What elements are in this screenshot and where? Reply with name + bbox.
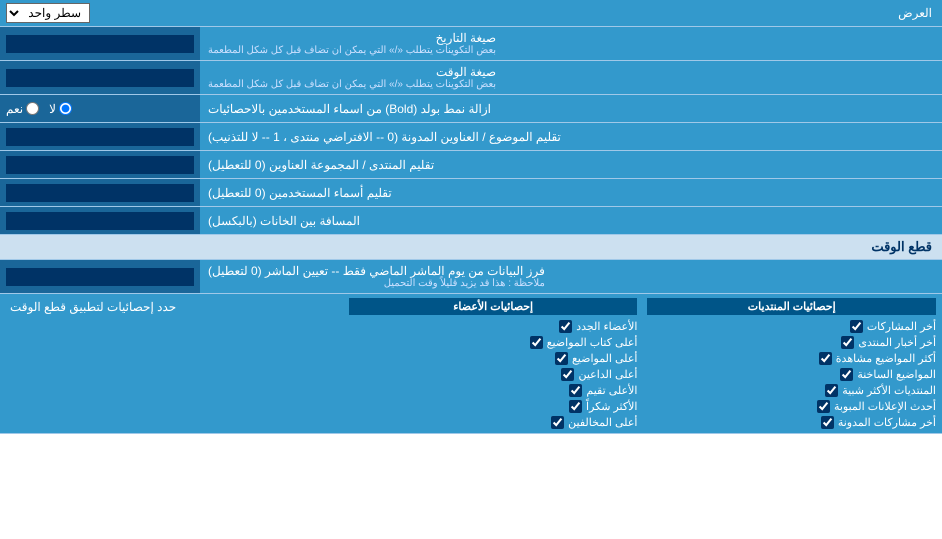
gap-row: 2 المسافة بين الخانات (بالبكسل) (0, 207, 942, 235)
check-input-m5[interactable] (569, 384, 582, 397)
check-label-6: أحدث الإعلانات المبوبة (834, 400, 936, 413)
display-label: العرض (200, 2, 942, 24)
check-item-m2[interactable]: أعلى كتاب المواضيع (349, 336, 638, 349)
check-label-m4: أعلى الداعين (578, 368, 637, 381)
check-label-5: المنتديات الأكثر شبية (842, 384, 936, 397)
display-select-cell[interactable]: سطر واحد سطرين ثلاثة أسطر (0, 0, 200, 26)
check-label-m3: أعلى المواضيع (572, 352, 638, 365)
check-item-m1[interactable]: الأعضاء الجدد (349, 320, 638, 333)
bold-yes-radio[interactable] (26, 102, 39, 115)
cutoff-main-label: فرز البيانات من يوم الماشر الماضي فقط --… (208, 264, 545, 278)
check-item-6[interactable]: أحدث الإعلانات المبوبة (647, 400, 936, 413)
member-stats-header: إحصائيات الأعضاء (349, 298, 638, 315)
trim-users-row: 0 تقليم أسماء المستخدمين (0 للتعطيل) (0, 179, 942, 207)
check-label-m1: الأعضاء الجدد (576, 320, 637, 333)
trim-users-label: تقليم أسماء المستخدمين (0 للتعطيل) (200, 179, 942, 206)
check-item-4[interactable]: المواضيع الساخنة (647, 368, 936, 381)
check-label-7: أخر مشاركات المدونة (838, 416, 936, 429)
check-input-m1[interactable] (559, 320, 572, 333)
check-item-5[interactable]: المنتديات الأكثر شبية (647, 384, 936, 397)
check-item-m6[interactable]: الأكثر شكراً (349, 400, 638, 413)
check-item-1[interactable]: أخر المشاركات (647, 320, 936, 333)
time-format-sublabel: بعض التكوينات يتطلب «/» التي يمكن ان تضا… (208, 79, 496, 90)
check-item-3[interactable]: أكثر المواضيع مشاهدة (647, 352, 936, 365)
gap-input[interactable]: 2 (6, 212, 194, 230)
forum-align-input-cell[interactable]: 33 (0, 151, 200, 178)
check-input-m3[interactable] (555, 352, 568, 365)
bold-label-cell: ازالة نمط بولد (Bold) من اسماء المستخدمي… (200, 95, 942, 122)
date-format-input[interactable]: d-m (6, 35, 194, 53)
check-input-2[interactable] (841, 336, 854, 349)
stats-apply-label: حدد إحصائيات لتطبيق قطع الوقت (0, 294, 343, 433)
check-item-2[interactable]: أخر أخبار المنتدى (647, 336, 936, 349)
check-input-m4[interactable] (561, 368, 574, 381)
check-label-3: أكثر المواضيع مشاهدة (836, 352, 936, 365)
bold-radio-cell[interactable]: لا نعم (0, 95, 200, 122)
check-input-m6[interactable] (569, 400, 582, 413)
date-format-label-cell: صيغة التاريخ بعض التكوينات يتطلب «/» الت… (200, 27, 942, 60)
bold-yes-label[interactable]: نعم (6, 102, 39, 116)
date-format-sublabel: بعض التكوينات يتطلب «/» التي يمكن ان تضا… (208, 45, 496, 56)
cutoff-label-cell: فرز البيانات من يوم الماشر الماضي فقط --… (200, 260, 942, 293)
date-format-row: d-m صيغة التاريخ بعض التكوينات يتطلب «/»… (0, 27, 942, 61)
time-format-label-cell: صيغة الوقت بعض التكوينات يتطلب «/» التي … (200, 61, 942, 94)
check-item-m7[interactable]: أعلى المخالفين (349, 416, 638, 429)
bold-row: لا نعم ازالة نمط بولد (Bold) من اسماء ال… (0, 95, 942, 123)
check-input-m7[interactable] (551, 416, 564, 429)
time-format-input-cell[interactable]: H:i (0, 61, 200, 94)
cutoff-header: قطع الوقت (0, 235, 942, 260)
check-label-m6: الأكثر شكراً (586, 400, 637, 413)
check-label-1: أخر المشاركات (867, 320, 936, 333)
check-input-3[interactable] (819, 352, 832, 365)
gap-label: المسافة بين الخانات (بالبكسل) (200, 207, 942, 234)
cutoff-sublabel: ملاحظة : هذا قد يزيد قليلاً وقت التحميل (208, 278, 545, 289)
time-format-row: H:i صيغة الوقت بعض التكوينات يتطلب «/» ا… (0, 61, 942, 95)
topic-title-input-cell[interactable]: 33 (0, 123, 200, 150)
check-label-m7: أعلى المخالفين (568, 416, 637, 429)
check-input-1[interactable] (850, 320, 863, 333)
stats-apply-row: حدد إحصائيات لتطبيق قطع الوقت إحصائيات ا… (0, 294, 942, 434)
check-input-6[interactable] (817, 400, 830, 413)
check-item-m3[interactable]: أعلى المواضيع (349, 352, 638, 365)
forum-stats-col: إحصائيات المنتديات أخر المشاركات أخر أخب… (647, 298, 936, 429)
checkboxes-area: إحصائيات المنتديات أخر المشاركات أخر أخب… (343, 294, 942, 433)
check-input-7[interactable] (821, 416, 834, 429)
bold-no-radio[interactable] (59, 102, 72, 115)
cutoff-input-cell[interactable]: 0 (0, 260, 200, 293)
check-label-m2: أعلى كتاب المواضيع (547, 336, 638, 349)
display-row: سطر واحد سطرين ثلاثة أسطر العرض (0, 0, 942, 27)
forum-align-input[interactable]: 33 (6, 156, 194, 174)
check-label-4: المواضيع الساخنة (857, 368, 936, 381)
check-label-m5: الأعلى تقيم (586, 384, 637, 397)
check-label-2: أخر أخبار المنتدى (858, 336, 936, 349)
forum-align-label: تقليم المنتدى / المجموعة العناوين (0 للت… (200, 151, 942, 178)
topic-title-row: 33 تقليم الموضوع / العناوين المدونة (0 -… (0, 123, 942, 151)
topic-title-label: تقليم الموضوع / العناوين المدونة (0 -- ا… (200, 123, 942, 150)
check-input-5[interactable] (825, 384, 838, 397)
date-format-input-cell[interactable]: d-m (0, 27, 200, 60)
check-item-m4[interactable]: أعلى الداعين (349, 368, 638, 381)
forum-stats-header: إحصائيات المنتديات (647, 298, 936, 315)
forum-align-row: 33 تقليم المنتدى / المجموعة العناوين (0 … (0, 151, 942, 179)
bold-no-label[interactable]: لا (49, 102, 72, 116)
cutoff-row: 0 فرز البيانات من يوم الماشر الماضي فقط … (0, 260, 942, 294)
display-select[interactable]: سطر واحد سطرين ثلاثة أسطر (6, 3, 90, 23)
check-input-4[interactable] (840, 368, 853, 381)
check-input-m2[interactable] (530, 336, 543, 349)
bold-no-text: لا (49, 102, 56, 116)
check-item-m5[interactable]: الأعلى تقيم (349, 384, 638, 397)
trim-users-input-cell[interactable]: 0 (0, 179, 200, 206)
time-format-input[interactable]: H:i (6, 69, 194, 87)
cutoff-input[interactable]: 0 (6, 268, 194, 286)
check-item-7[interactable]: أخر مشاركات المدونة (647, 416, 936, 429)
time-format-main-label: صيغة الوقت (208, 65, 496, 79)
gap-input-cell[interactable]: 2 (0, 207, 200, 234)
date-format-main-label: صيغة التاريخ (208, 31, 496, 45)
member-stats-col: إحصائيات الأعضاء الأعضاء الجدد أعلى كتاب… (349, 298, 638, 429)
topic-title-input[interactable]: 33 (6, 128, 194, 146)
trim-users-input[interactable]: 0 (6, 184, 194, 202)
bold-yes-text: نعم (6, 102, 23, 116)
